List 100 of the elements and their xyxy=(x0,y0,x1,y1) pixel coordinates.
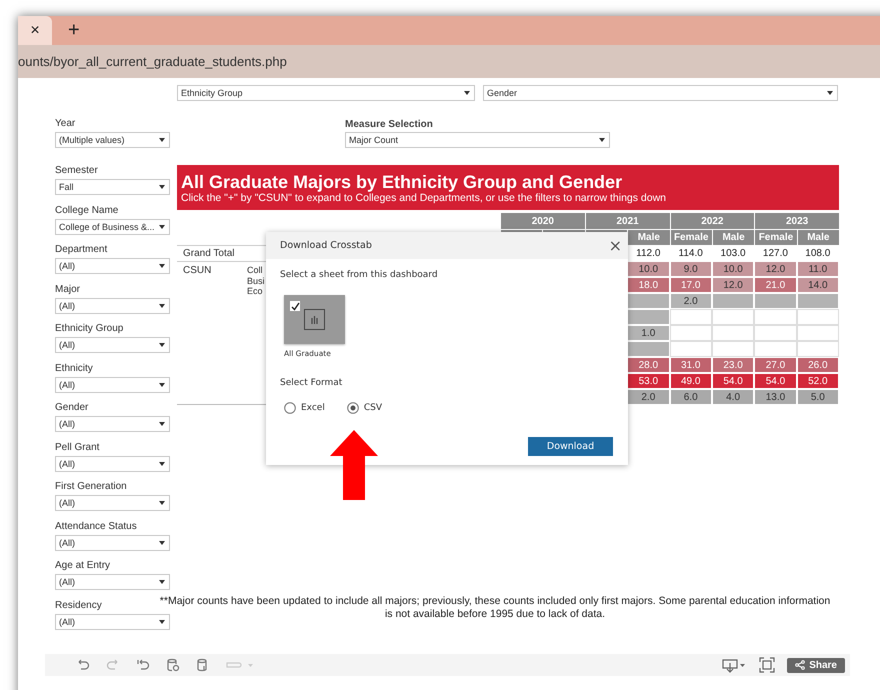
measure-label: Measure Selection xyxy=(345,118,434,131)
dropdown[interactable]: (All) xyxy=(55,258,170,274)
sheet-thumbnail[interactable] xyxy=(284,295,345,344)
dropdown[interactable]: College of Business &... xyxy=(55,218,170,234)
download-icon[interactable] xyxy=(721,657,748,673)
caret-icon xyxy=(159,343,165,347)
format-radio[interactable]: Excel xyxy=(284,402,325,414)
year-header: 2022 xyxy=(670,213,754,230)
filter-label: First Generation xyxy=(55,480,128,493)
format-radio[interactable]: CSV xyxy=(346,402,382,414)
download-button[interactable]: Download xyxy=(528,437,613,456)
table-cell: 17.0 xyxy=(670,277,712,293)
fullscreen-icon[interactable] xyxy=(759,657,776,673)
table-cell: 10.0 xyxy=(712,261,754,277)
table-cell: 23.0 xyxy=(712,357,754,373)
filter-label: Pell Grant xyxy=(55,440,100,454)
table-cell: 21.0 xyxy=(754,277,797,293)
table-cell: 27.0 xyxy=(754,357,797,373)
table-cell: 14.0 xyxy=(796,277,839,293)
gender-header: Male xyxy=(712,229,754,245)
table-cell: 28.0 xyxy=(627,357,670,373)
dropdown[interactable]: Gender xyxy=(483,85,838,101)
caret-icon xyxy=(464,91,470,95)
table-cell: 11.0 xyxy=(796,261,839,277)
new-tab-button[interactable]: + xyxy=(62,19,86,42)
filter-label: Major xyxy=(55,282,82,296)
caret-icon xyxy=(599,138,605,142)
caret-icon xyxy=(159,224,165,228)
dropdown[interactable]: (All) xyxy=(55,298,170,314)
filter-label: Department xyxy=(55,243,108,256)
close-tab-button[interactable]: × xyxy=(18,16,52,45)
share-icon xyxy=(795,660,806,670)
caret-icon xyxy=(159,580,165,584)
close-button[interactable]: × xyxy=(608,236,622,255)
row-label: CSUN xyxy=(183,265,212,278)
format-prompt: Select Format xyxy=(280,378,344,388)
table-cell: 2.0 xyxy=(670,293,712,309)
table-cell: 4.0 xyxy=(712,389,754,405)
dropdown[interactable]: (All) xyxy=(55,614,170,630)
caret-icon xyxy=(159,138,165,142)
table-cell: 13.0 xyxy=(754,389,797,405)
filter-label: Ethnicity Group xyxy=(55,322,124,335)
caret-icon xyxy=(159,462,165,466)
table-cell: 1.0 xyxy=(627,325,670,341)
refresh-icon[interactable] xyxy=(165,657,181,673)
dropdown[interactable]: (All) xyxy=(55,416,170,432)
table-cell: 49.0 xyxy=(670,373,712,389)
table-cell: 12.0 xyxy=(754,261,797,277)
caret-icon xyxy=(159,620,165,624)
table-cell: 2.0 xyxy=(627,389,670,405)
dropdown[interactable]: (All) xyxy=(55,456,170,472)
filter-label: Semester xyxy=(55,164,99,177)
gender-header: Female xyxy=(670,229,712,245)
caret-icon xyxy=(159,501,165,505)
table-cell: 12.0 xyxy=(712,277,754,293)
table-cell: 5.0 xyxy=(796,389,839,405)
gender-header: Male xyxy=(796,229,839,245)
share-button[interactable]: Share xyxy=(787,658,845,672)
gender-header: Female xyxy=(754,229,797,245)
caret-icon xyxy=(159,185,165,189)
address-text[interactable]: ounts/byor_all_current_graduate_students.php xyxy=(18,54,287,69)
filter-label: Ethnicity xyxy=(55,362,94,374)
table-cell: 54.0 xyxy=(712,373,754,389)
table-cell: 31.0 xyxy=(670,357,712,373)
caret-icon xyxy=(159,422,165,426)
dropdown[interactable]: Ethnicity Group xyxy=(177,85,475,101)
filter-label: College Name xyxy=(55,204,120,216)
dropdown[interactable]: (All) xyxy=(55,337,170,353)
caret-icon xyxy=(159,304,165,308)
table-cell: 9.0 xyxy=(670,261,712,277)
caret-icon xyxy=(159,264,165,268)
filter-label: Age at Entry xyxy=(55,559,112,572)
dropdown[interactable]: Fall xyxy=(55,179,170,195)
row-label: Coll Busi Eco xyxy=(247,265,265,298)
pointer-arrow xyxy=(330,430,378,500)
table-cell: 54.0 xyxy=(754,373,797,389)
sheet-prompt: Select a sheet from this dashboard xyxy=(280,270,439,280)
dropdown[interactable]: Major Count xyxy=(345,132,610,148)
caret-icon xyxy=(159,382,165,386)
table-cell: 26.0 xyxy=(796,357,839,373)
dropdown[interactable]: (All) xyxy=(55,495,170,511)
year-header: 2021 xyxy=(584,213,670,230)
gender-header: Male xyxy=(627,229,670,245)
table-cell: 52.0 xyxy=(796,373,839,389)
dropdown[interactable]: (All) xyxy=(55,376,170,392)
title-banner: All Graduate Majors by Ethnicity Group and Gender Click the "+" by "CSUN" to expand to Colleges and Departments, or use the filters to narrow things down xyxy=(177,165,839,210)
checkbox[interactable] xyxy=(290,301,300,311)
dropdown[interactable]: (Multiple values) xyxy=(55,132,170,148)
dialog-title: Download Crosstab xyxy=(280,240,372,251)
table-cell: 53.0 xyxy=(627,373,670,389)
dropdown[interactable]: (All) xyxy=(55,534,170,550)
row-label: Grand Total xyxy=(183,248,235,259)
filter-label: Year xyxy=(55,117,76,130)
table-cell: 6.0 xyxy=(670,389,712,405)
filter-label: Gender xyxy=(55,401,90,414)
caret-icon xyxy=(159,540,165,544)
bar-chart-icon xyxy=(304,309,325,330)
table-cell: 18.0 xyxy=(627,277,670,293)
dropdown[interactable]: (All) xyxy=(55,574,170,590)
year-header: 2020 xyxy=(500,213,585,230)
